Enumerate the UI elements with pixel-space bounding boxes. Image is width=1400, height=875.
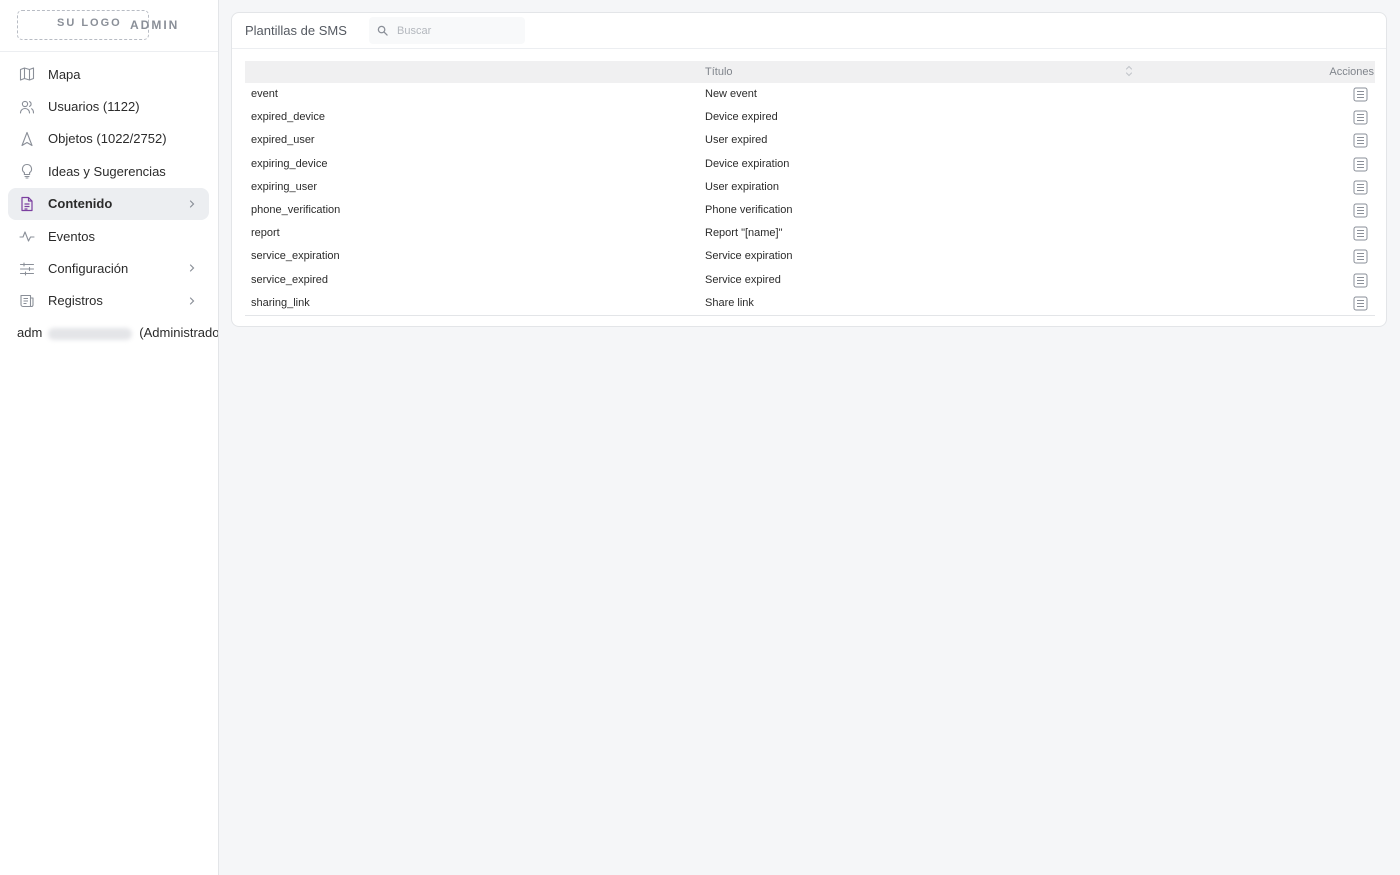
chevron-right-icon <box>189 199 195 208</box>
sidebar-item-label: Mapa <box>48 66 81 82</box>
sidebar-nav: Mapa Usuarios (1122) Objetos (1022/2752)… <box>8 58 209 317</box>
sidebar-item-objetos[interactable]: Objetos (1022/2752) <box>8 123 209 155</box>
sidebar-item-eventos[interactable]: Eventos <box>8 220 209 252</box>
search-box[interactable] <box>369 17 525 44</box>
admin-label: ADMIN <box>130 18 180 32</box>
users-icon <box>19 99 35 115</box>
template-key: phone_verification <box>251 203 341 216</box>
sidebar-item-registros[interactable]: Registros <box>8 285 209 317</box>
navigation-arrow-icon <box>19 131 35 147</box>
table-row: sharing_link Share link <box>245 292 1375 315</box>
sort-icon[interactable] <box>1125 64 1133 78</box>
chevron-right-icon <box>189 264 195 272</box>
sidebar-item-label: Registros <box>48 293 103 309</box>
template-title: New event <box>705 88 757 100</box>
template-title: User expired <box>705 134 768 147</box>
column-header-actions: Acciones <box>1329 66 1374 78</box>
template-key: expiring_device <box>251 157 328 170</box>
table-row: service_expiration Service expiration <box>245 245 1375 268</box>
sidebar-item-mapa[interactable]: Mapa <box>8 58 209 90</box>
template-key: service_expiration <box>251 250 340 263</box>
sidebar-item-ideas[interactable]: Ideas y Sugerencias <box>8 155 209 187</box>
panel-header: Plantillas de SMS <box>232 13 1386 49</box>
edit-details-icon[interactable] <box>1353 110 1368 125</box>
template-key: report <box>251 227 280 240</box>
activity-icon <box>19 228 35 244</box>
edit-details-icon[interactable] <box>1353 296 1368 311</box>
sliders-icon <box>19 261 35 277</box>
table-row: phone_verification Phone verification <box>245 199 1375 222</box>
table-header: Título Acciones <box>245 61 1375 83</box>
template-title: Report "[name]" <box>705 227 783 240</box>
template-key: sharing_link <box>251 296 310 309</box>
template-title: User expiration <box>705 180 779 193</box>
search-icon <box>377 25 388 36</box>
page-title: Plantillas de SMS <box>245 23 347 38</box>
edit-details-icon[interactable] <box>1353 87 1368 102</box>
edit-details-icon[interactable] <box>1353 226 1368 241</box>
table-row: expired_device Device expired <box>245 106 1375 129</box>
table-bottom-border <box>245 314 1375 316</box>
edit-details-icon[interactable] <box>1353 203 1368 218</box>
template-key: expired_user <box>251 134 315 147</box>
template-key: expiring_user <box>251 180 318 193</box>
map-icon <box>19 66 35 82</box>
sidebar-item-contenido[interactable]: Contenido <box>8 187 209 220</box>
template-title: Device expired <box>705 111 778 124</box>
template-key: service_expired <box>251 273 329 286</box>
sidebar: SU LOGO ADMIN Mapa Usuarios (1122) Objet… <box>0 0 219 875</box>
sidebar-item-label: Eventos <box>48 228 95 244</box>
table-row: expired_user User expired <box>245 129 1375 152</box>
edit-details-icon[interactable] <box>1353 157 1368 172</box>
table-row: event New event <box>245 83 1375 106</box>
edit-details-icon[interactable] <box>1353 249 1368 264</box>
template-title: Phone verification <box>705 203 793 216</box>
sidebar-item-label: Objetos (1022/2752) <box>48 131 167 147</box>
sidebar-item-label: Usuarios (1122) <box>48 99 140 115</box>
user-name: adm <box>17 325 43 340</box>
table-row: report Report "[name]" <box>245 222 1375 245</box>
template-title: Service expired <box>705 273 781 286</box>
edit-details-icon[interactable] <box>1353 180 1368 195</box>
user-role: (Administrador) <box>139 325 219 340</box>
templates-table: Título Acciones event New event expired_de… <box>245 61 1375 316</box>
sidebar-item-label: Configuración <box>48 261 129 277</box>
template-title: Device expiration <box>705 157 790 170</box>
template-key: expired_device <box>251 111 325 124</box>
logo-text: SU LOGO <box>57 17 122 29</box>
table-row: service_expired Service expired <box>245 269 1375 292</box>
edit-details-icon[interactable] <box>1353 133 1368 148</box>
template-title: Share link <box>705 296 754 309</box>
sidebar-item-label: Ideas y Sugerencias <box>48 163 166 179</box>
table-row: expiring_device Device expiration <box>245 153 1375 176</box>
column-header-title[interactable]: Título <box>705 66 733 78</box>
logo-area: SU LOGO ADMIN <box>0 0 218 52</box>
document-icon <box>19 196 35 212</box>
sidebar-item-configuracion[interactable]: Configuración <box>8 252 209 284</box>
sidebar-item-label: Contenido <box>48 196 113 212</box>
chevron-right-icon <box>189 297 195 305</box>
table-body: event New event expired_device Device expir… <box>245 83 1375 315</box>
sidebar-item-usuarios[interactable]: Usuarios (1122) <box>8 90 209 122</box>
search-input[interactable] <box>397 24 517 37</box>
template-title: Service expiration <box>705 250 793 263</box>
table-row: expiring_user User expiration <box>245 176 1375 199</box>
current-user[interactable]: adm (Administrador) <box>17 325 219 340</box>
template-key: event <box>251 88 278 100</box>
sms-templates-panel: Plantillas de SMS Título Acciones event N… <box>231 12 1387 327</box>
lightbulb-icon <box>19 163 35 179</box>
user-email-blurred <box>48 327 133 340</box>
edit-details-icon[interactable] <box>1353 273 1368 288</box>
log-scroll-icon <box>19 293 35 309</box>
